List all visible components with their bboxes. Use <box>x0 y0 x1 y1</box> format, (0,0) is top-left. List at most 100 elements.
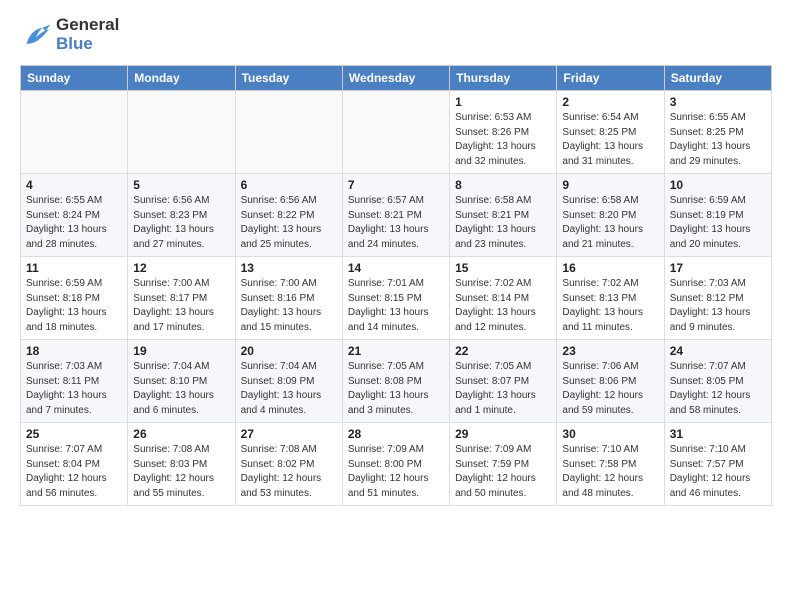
day-info: Sunrise: 7:06 AM Sunset: 8:06 PM Dayligh… <box>562 360 658 418</box>
day-number: 27 <box>241 427 337 441</box>
calendar-cell: 5Sunrise: 6:56 AM Sunset: 8:23 PM Daylig… <box>128 174 235 257</box>
calendar-cell <box>342 91 449 174</box>
calendar-cell: 24 Sunrise: 7:07 AM Sunset: 8:05 PM Dayli… <box>664 340 771 423</box>
calendar-cell: 10 Sunrise: 6:59 AM Sunset: 8:19 PM Dayli… <box>664 174 771 257</box>
day-info: Sunrise: 6:58 AM Sunset: 8:20 PM Dayligh… <box>562 194 658 252</box>
calendar-cell <box>21 91 128 174</box>
day-number: 30 <box>562 427 658 441</box>
day-number: 22 <box>455 344 551 358</box>
weekday-header-thursday: Thursday <box>450 66 557 91</box>
calendar-cell: 23 Sunrise: 7:06 AM Sunset: 8:06 PM Dayli… <box>557 340 664 423</box>
day-info: Sunrise: 7:02 AM Sunset: 8:14 PM Dayligh… <box>455 277 551 335</box>
calendar-cell: 18 Sunrise: 7:03 AM Sunset: 8:11 PM Dayli… <box>21 340 128 423</box>
day-number: 14 <box>348 261 444 275</box>
calendar-cell: 1Sunrise: 6:53 AM Sunset: 8:26 PM Daylig… <box>450 91 557 174</box>
week-row-1: 1Sunrise: 6:53 AM Sunset: 8:26 PM Daylig… <box>21 91 772 174</box>
day-info: Sunrise: 7:02 AM Sunset: 8:13 PM Dayligh… <box>562 277 658 335</box>
day-number: 11 <box>26 261 122 275</box>
logo-icon <box>20 21 52 49</box>
calendar-cell: 12 Sunrise: 7:00 AM Sunset: 8:17 PM Dayli… <box>128 257 235 340</box>
day-number: 12 <box>133 261 229 275</box>
day-info: Sunrise: 6:57 AM Sunset: 8:21 PM Dayligh… <box>348 194 444 252</box>
calendar-cell: 19 Sunrise: 7:04 AM Sunset: 8:10 PM Dayli… <box>128 340 235 423</box>
day-info: Sunrise: 7:04 AM Sunset: 8:10 PM Dayligh… <box>133 360 229 418</box>
day-info: Sunrise: 6:55 AM Sunset: 8:25 PM Dayligh… <box>670 111 766 169</box>
calendar-cell: 4 Sunrise: 6:55 AM Sunset: 8:24 PM Daylig… <box>21 174 128 257</box>
calendar-cell: 27 Sunrise: 7:08 AM Sunset: 8:02 PM Dayli… <box>235 423 342 506</box>
calendar-table: SundayMondayTuesdayWednesdayThursdayFrid… <box>20 65 772 506</box>
day-info: Sunrise: 7:08 AM Sunset: 8:02 PM Dayligh… <box>241 443 337 501</box>
calendar-cell: 21Sunrise: 7:05 AM Sunset: 8:08 PM Dayli… <box>342 340 449 423</box>
day-info: Sunrise: 7:00 AM Sunset: 8:16 PM Dayligh… <box>241 277 337 335</box>
weekday-header-sunday: Sunday <box>21 66 128 91</box>
day-number: 29 <box>455 427 551 441</box>
day-info: Sunrise: 7:01 AM Sunset: 8:15 PM Dayligh… <box>348 277 444 335</box>
calendar-cell: 29 Sunrise: 7:09 AM Sunset: 7:59 PM Dayli… <box>450 423 557 506</box>
calendar-cell: 3Sunrise: 6:55 AM Sunset: 8:25 PM Daylig… <box>664 91 771 174</box>
day-number: 24 <box>670 344 766 358</box>
page-header: General Blue <box>20 16 772 53</box>
week-row-5: 25 Sunrise: 7:07 AM Sunset: 8:04 PM Dayli… <box>21 423 772 506</box>
calendar-cell: 14 Sunrise: 7:01 AM Sunset: 8:15 PM Dayli… <box>342 257 449 340</box>
day-info: Sunrise: 7:07 AM Sunset: 8:05 PM Dayligh… <box>670 360 766 418</box>
calendar-cell: 9 Sunrise: 6:58 AM Sunset: 8:20 PM Daylig… <box>557 174 664 257</box>
day-info: Sunrise: 7:09 AM Sunset: 7:59 PM Dayligh… <box>455 443 551 501</box>
calendar-cell: 6Sunrise: 6:56 AM Sunset: 8:22 PM Daylig… <box>235 174 342 257</box>
week-row-4: 18 Sunrise: 7:03 AM Sunset: 8:11 PM Dayli… <box>21 340 772 423</box>
day-info: Sunrise: 7:10 AM Sunset: 7:57 PM Dayligh… <box>670 443 766 501</box>
calendar-cell: 31 Sunrise: 7:10 AM Sunset: 7:57 PM Dayli… <box>664 423 771 506</box>
day-number: 19 <box>133 344 229 358</box>
calendar-cell: 17 Sunrise: 7:03 AM Sunset: 8:12 PM Dayli… <box>664 257 771 340</box>
day-number: 16 <box>562 261 658 275</box>
day-number: 15 <box>455 261 551 275</box>
calendar-cell: 13Sunrise: 7:00 AM Sunset: 8:16 PM Dayli… <box>235 257 342 340</box>
day-number: 18 <box>26 344 122 358</box>
week-row-2: 4 Sunrise: 6:55 AM Sunset: 8:24 PM Daylig… <box>21 174 772 257</box>
day-info: Sunrise: 7:07 AM Sunset: 8:04 PM Dayligh… <box>26 443 122 501</box>
day-info: Sunrise: 6:59 AM Sunset: 8:19 PM Dayligh… <box>670 194 766 252</box>
day-info: Sunrise: 7:05 AM Sunset: 8:07 PM Dayligh… <box>455 360 551 418</box>
calendar-cell: 30Sunrise: 7:10 AM Sunset: 7:58 PM Dayli… <box>557 423 664 506</box>
calendar-cell: 25 Sunrise: 7:07 AM Sunset: 8:04 PM Dayli… <box>21 423 128 506</box>
calendar-cell: 2 Sunrise: 6:54 AM Sunset: 8:25 PM Daylig… <box>557 91 664 174</box>
logo: General Blue <box>20 16 119 53</box>
day-number: 8 <box>455 178 551 192</box>
calendar-cell: 7 Sunrise: 6:57 AM Sunset: 8:21 PM Daylig… <box>342 174 449 257</box>
day-info: Sunrise: 7:03 AM Sunset: 8:11 PM Dayligh… <box>26 360 122 418</box>
day-number: 17 <box>670 261 766 275</box>
day-number: 10 <box>670 178 766 192</box>
day-number: 1 <box>455 95 551 109</box>
calendar-cell <box>235 91 342 174</box>
calendar-cell: 11 Sunrise: 6:59 AM Sunset: 8:18 PM Dayli… <box>21 257 128 340</box>
calendar-cell: 28 Sunrise: 7:09 AM Sunset: 8:00 PM Dayli… <box>342 423 449 506</box>
day-number: 26 <box>133 427 229 441</box>
day-info: Sunrise: 7:00 AM Sunset: 8:17 PM Dayligh… <box>133 277 229 335</box>
day-info: Sunrise: 7:09 AM Sunset: 8:00 PM Dayligh… <box>348 443 444 501</box>
day-number: 9 <box>562 178 658 192</box>
weekday-header-friday: Friday <box>557 66 664 91</box>
day-info: Sunrise: 6:54 AM Sunset: 8:25 PM Dayligh… <box>562 111 658 169</box>
day-number: 31 <box>670 427 766 441</box>
calendar-cell: 26 Sunrise: 7:08 AM Sunset: 8:03 PM Dayli… <box>128 423 235 506</box>
calendar-cell: 15 Sunrise: 7:02 AM Sunset: 8:14 PM Dayli… <box>450 257 557 340</box>
day-number: 7 <box>348 178 444 192</box>
day-number: 23 <box>562 344 658 358</box>
day-info: Sunrise: 6:58 AM Sunset: 8:21 PM Dayligh… <box>455 194 551 252</box>
day-number: 25 <box>26 427 122 441</box>
day-info: Sunrise: 7:05 AM Sunset: 8:08 PM Dayligh… <box>348 360 444 418</box>
day-info: Sunrise: 7:04 AM Sunset: 8:09 PM Dayligh… <box>241 360 337 418</box>
logo-text: General Blue <box>56 16 119 53</box>
day-number: 20 <box>241 344 337 358</box>
day-info: Sunrise: 7:03 AM Sunset: 8:12 PM Dayligh… <box>670 277 766 335</box>
day-number: 4 <box>26 178 122 192</box>
day-number: 2 <box>562 95 658 109</box>
calendar-cell: 8 Sunrise: 6:58 AM Sunset: 8:21 PM Daylig… <box>450 174 557 257</box>
day-info: Sunrise: 7:08 AM Sunset: 8:03 PM Dayligh… <box>133 443 229 501</box>
calendar-cell: 16 Sunrise: 7:02 AM Sunset: 8:13 PM Dayli… <box>557 257 664 340</box>
day-info: Sunrise: 6:56 AM Sunset: 8:22 PM Dayligh… <box>241 194 337 252</box>
day-info: Sunrise: 6:59 AM Sunset: 8:18 PM Dayligh… <box>26 277 122 335</box>
day-info: Sunrise: 6:55 AM Sunset: 8:24 PM Dayligh… <box>26 194 122 252</box>
calendar-cell: 22 Sunrise: 7:05 AM Sunset: 8:07 PM Dayli… <box>450 340 557 423</box>
day-number: 28 <box>348 427 444 441</box>
weekday-header-tuesday: Tuesday <box>235 66 342 91</box>
